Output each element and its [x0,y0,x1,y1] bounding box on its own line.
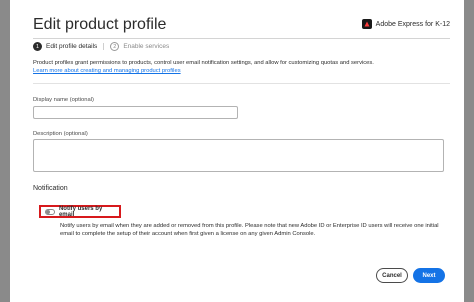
display-name-input[interactable] [33,106,238,119]
next-button[interactable]: Next [413,268,445,283]
app-name: Adobe Express for K-12 [375,20,450,28]
edit-product-profile-dialog: Edit product profile Adobe Express for K… [10,0,464,302]
notify-toggle-label[interactable]: Notify users by email [59,206,119,218]
intro-text-block: Product profiles grant permissions to pr… [33,59,453,75]
intro-divider [33,83,450,84]
step-2-label[interactable]: Enable services [123,43,169,50]
notification-section-title: Notification [33,185,68,192]
app-badge: Adobe Express for K-12 [361,19,450,29]
dialog-title: Edit product profile [33,16,167,33]
step-1-label[interactable]: Edit profile details [46,43,97,50]
step-2-number: 2 [110,42,120,51]
display-name-label: Display name (optional) [33,97,94,103]
description-label: Description (optional) [33,131,88,137]
intro-text: Product profiles grant permissions to pr… [33,60,374,66]
notify-toggle-switch[interactable] [45,208,55,215]
description-textarea[interactable] [33,139,444,172]
adobe-express-logo-icon [361,19,372,29]
step-1-number: 1 [33,42,42,51]
notify-by-email-toggle-row[interactable]: Notify users by email [39,205,121,218]
toggle-knob-icon [46,209,50,214]
cancel-button[interactable]: Cancel [376,268,408,283]
stepper: 1 Edit profile details 2 Enable services [33,42,169,51]
header-divider [33,38,450,39]
notify-description: Notify users by email when they are adde… [60,223,439,237]
step-separator [103,43,105,50]
learn-more-link[interactable]: Learn more about creating and managing p… [33,67,453,75]
